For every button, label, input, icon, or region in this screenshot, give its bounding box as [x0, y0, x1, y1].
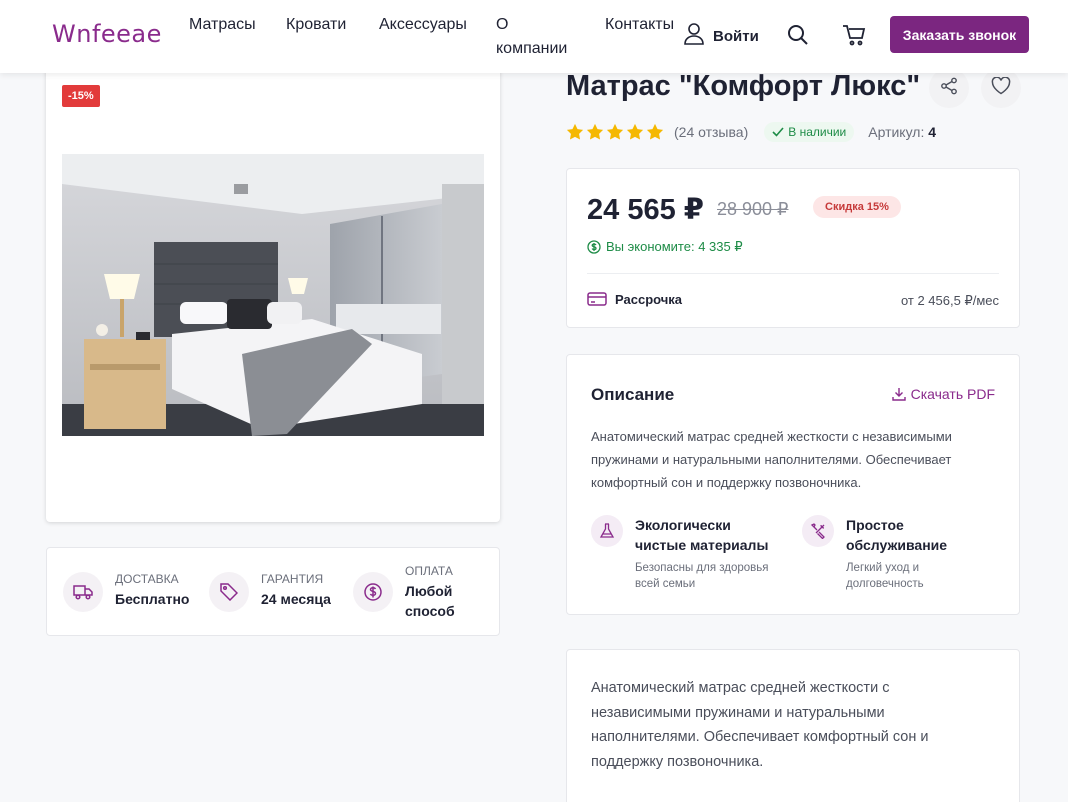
- star-icon: [646, 123, 664, 140]
- heart-icon: [991, 75, 1011, 100]
- delivery-info-card: Доставка Бесплатно Гарантия 24 месяца Оп…: [46, 547, 500, 636]
- check-icon: [772, 127, 784, 137]
- feature-subtitle: Легкий уход и долговечность: [846, 562, 924, 590]
- product-title: Матрас "Комфорт Люкс": [566, 70, 921, 102]
- article-number: Артикул: 4: [868, 124, 936, 140]
- divider: [587, 273, 999, 274]
- star-icon: [606, 123, 624, 140]
- download-icon: [891, 388, 906, 401]
- nav-item-about[interactable]: О компании: [496, 13, 576, 61]
- delivery-info: Доставка Бесплатно: [63, 572, 189, 612]
- star-icon: [626, 123, 644, 140]
- dollar-icon: [353, 572, 393, 612]
- star-icon: [566, 123, 584, 140]
- feature-subtitle: Безопасны для здоровья всей семьи: [635, 562, 769, 590]
- login-button[interactable]: Войти: [683, 22, 759, 50]
- warranty-info: Гарантия 24 месяца: [209, 572, 331, 612]
- article-label: Артикул:: [868, 124, 925, 140]
- star-icon: [586, 123, 604, 140]
- nav-item-mattresses[interactable]: Матрасы: [189, 13, 256, 37]
- old-price: 28 900 ₽: [717, 199, 789, 219]
- payment-info: Оплата Любой способ: [353, 564, 465, 621]
- price-card: 24 565 ₽ 28 900 ₽ Скидка 15% Вы экономит…: [566, 168, 1020, 328]
- favorite-button[interactable]: [981, 68, 1021, 108]
- article-value: 4: [928, 124, 937, 140]
- tools-icon: [802, 515, 834, 547]
- discount-tag: -15%: [62, 85, 100, 107]
- truck-icon: [63, 572, 103, 612]
- site-header: Wnfeeae Матрасы Кровати Аксессуары О ком…: [0, 0, 1068, 73]
- current-price: 24 565 ₽: [587, 194, 704, 226]
- installment-option[interactable]: Рассрочка: [587, 291, 682, 307]
- login-label: Войти: [713, 27, 759, 45]
- product-gallery: -15%: [46, 60, 500, 522]
- credit-card-icon: [587, 292, 607, 306]
- sale-badge: Скидка 15%: [813, 196, 901, 218]
- rating-row: (24 отзыва) В наличии Артикул: 4: [566, 122, 936, 142]
- nav-item-accessories[interactable]: Аксессуары: [379, 13, 467, 37]
- full-description-text: Анатомический матрас средней жесткости с…: [591, 680, 929, 770]
- description-text: Анатомический матрас средней жесткости с…: [591, 429, 952, 490]
- installment-price: от 2 456,5 ₽/мес: [900, 293, 999, 308]
- feature-title: Простое обслуживание: [846, 517, 948, 553]
- download-pdf-link[interactable]: Скачать PDF: [891, 386, 995, 402]
- nav-item-beds[interactable]: Кровати: [286, 13, 346, 37]
- cart-icon[interactable]: [841, 22, 867, 48]
- payment-label: Оплата: [405, 564, 453, 578]
- description-title: Описание: [591, 385, 675, 404]
- user-icon: [683, 22, 705, 50]
- flask-icon: [591, 515, 623, 547]
- rating-stars: [566, 123, 664, 141]
- share-button[interactable]: [929, 68, 969, 108]
- feature-maintenance: Простое обслуживание Легкий уход и долго…: [802, 515, 992, 592]
- tag-icon: [209, 572, 249, 612]
- delivery-value: Бесплатно: [115, 591, 190, 607]
- warranty-value: 24 месяца: [261, 591, 331, 607]
- reviews-link[interactable]: (24 отзыва): [674, 124, 748, 140]
- payment-value: Любой способ: [405, 583, 455, 619]
- download-pdf-label: Скачать PDF: [910, 386, 995, 402]
- savings-label: Вы экономите: 4 335 ₽: [606, 239, 743, 254]
- full-description-card: Анатомический матрас средней жесткости с…: [566, 649, 1020, 802]
- installment-label: Рассрочка: [615, 291, 683, 307]
- search-icon[interactable]: [785, 22, 811, 48]
- warranty-label: Гарантия: [261, 572, 324, 586]
- share-icon: [940, 77, 958, 100]
- feature-eco: Экологически чистые материалы Безопасны …: [591, 515, 781, 592]
- nav-item-contacts[interactable]: Контакты: [605, 13, 674, 37]
- stock-label: В наличии: [788, 125, 847, 139]
- logo[interactable]: Wnfeeae: [52, 20, 162, 48]
- product-image[interactable]: [62, 154, 484, 436]
- stock-badge: В наличии: [764, 122, 855, 142]
- delivery-label: Доставка: [115, 572, 179, 586]
- savings-text: Вы экономите: 4 335 ₽: [587, 239, 743, 255]
- call-request-button[interactable]: Заказать звонок: [890, 16, 1029, 53]
- description-card: Описание Скачать PDF Анатомический матра…: [566, 354, 1020, 615]
- coin-icon: [587, 240, 601, 254]
- feature-title: Экологически чистые материалы: [635, 517, 769, 553]
